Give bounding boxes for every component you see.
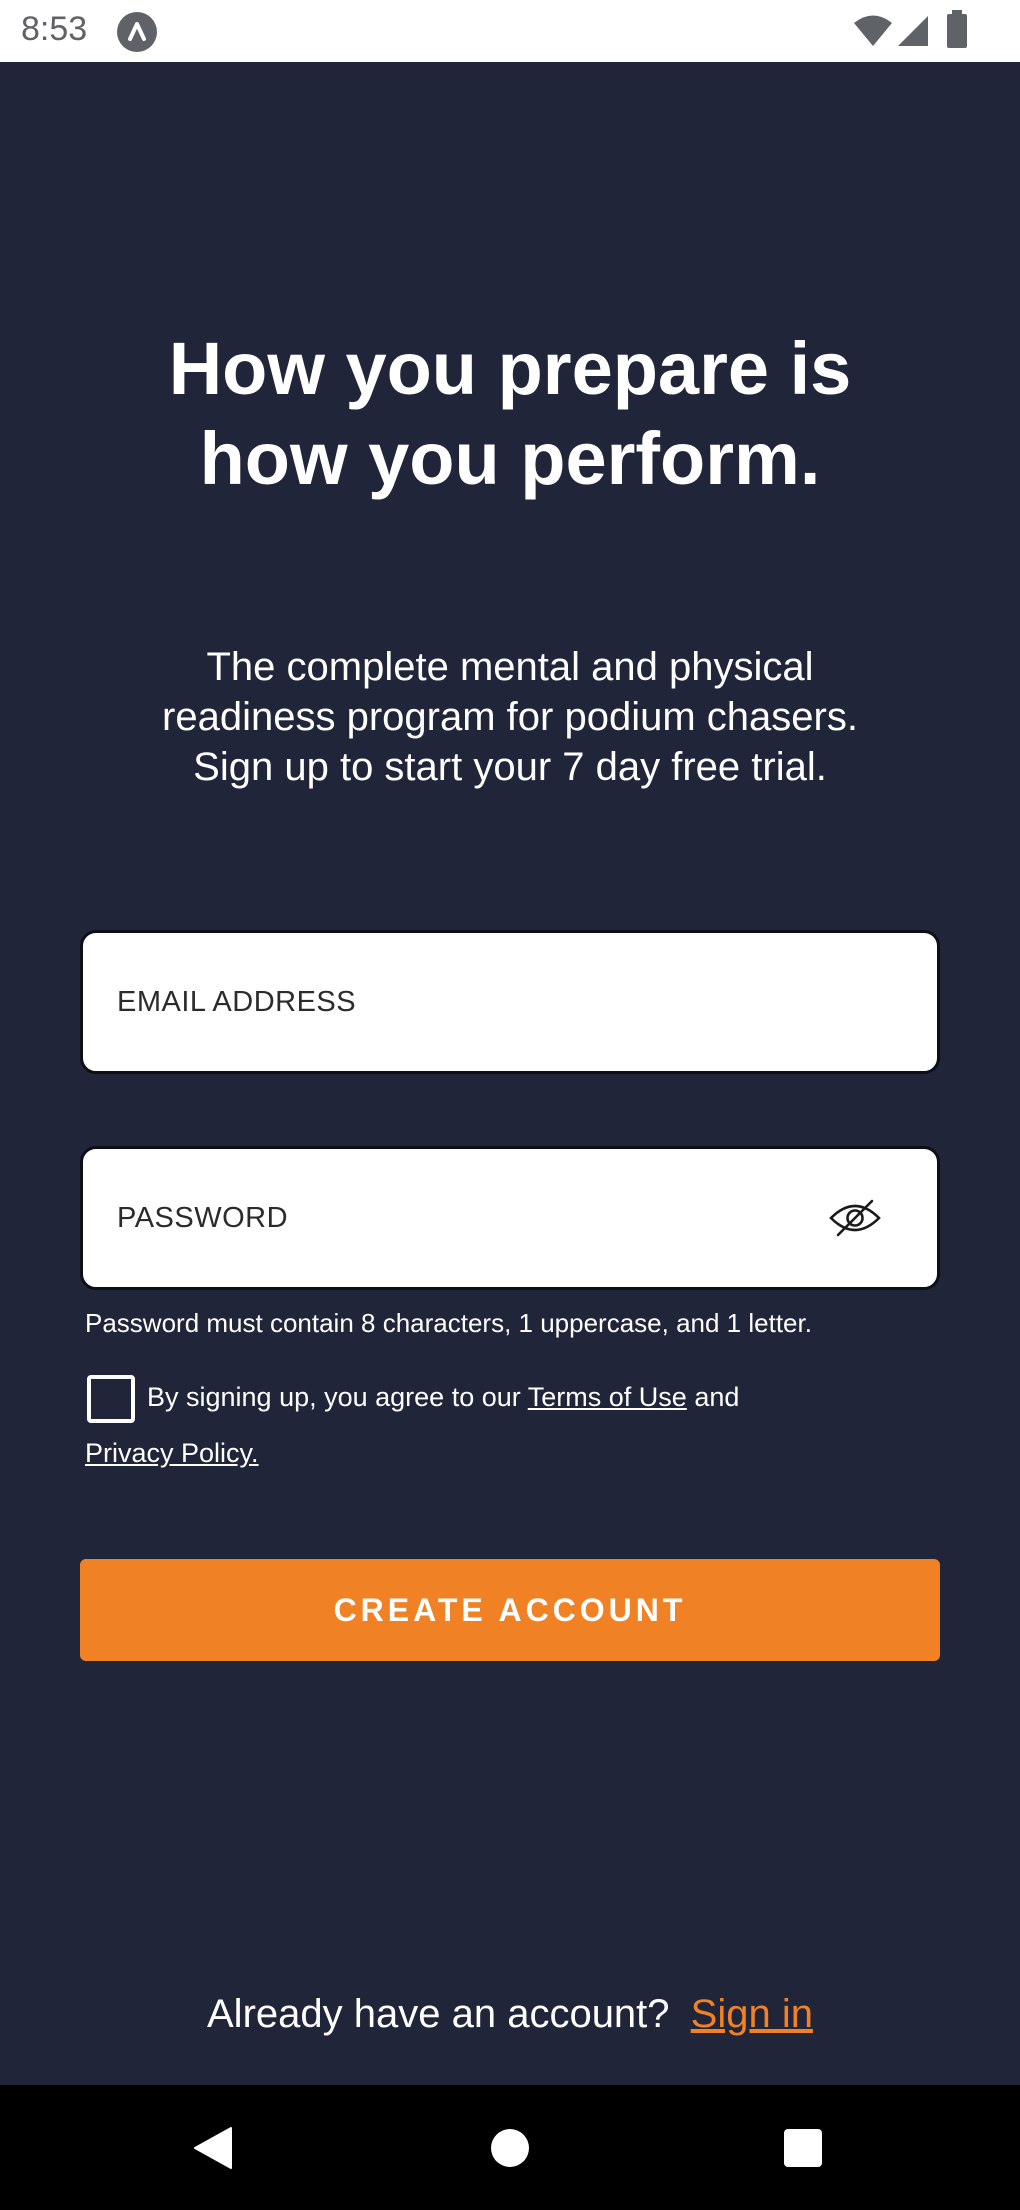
cell-signal-icon (898, 16, 928, 46)
subtitle-line-2: readiness program for podium chasers. (162, 695, 858, 739)
status-time: 8:53 (21, 10, 88, 48)
recent-apps-square-icon[interactable] (768, 2113, 838, 2183)
wifi-icon (854, 15, 892, 46)
terms-checkbox[interactable] (87, 1375, 135, 1423)
signin-link[interactable]: Sign in (691, 1992, 813, 2036)
terms-text: By signing up, you agree to our Terms of… (147, 1382, 739, 1413)
terms-of-use-link[interactable]: Terms of Use (528, 1382, 687, 1412)
subtitle-line-1: The complete mental and physical (206, 645, 814, 689)
back-triangle-icon[interactable] (178, 2113, 248, 2183)
battery-icon (947, 10, 967, 48)
signin-prompt-text: Already have an account? (207, 1992, 670, 2036)
headline-line-2: how you perform. (199, 417, 821, 500)
signin-prompt: Already have an account? Sign in (0, 1992, 1020, 2037)
terms-prefix: By signing up, you agree to our (147, 1382, 528, 1412)
email-field-container (80, 930, 940, 1074)
password-field-container (80, 1146, 940, 1290)
app-notification-icon (117, 12, 157, 52)
signup-screen: How you prepare is how you perform. The … (0, 62, 1020, 2085)
terms-text-line-2: Privacy Policy. (85, 1438, 259, 1469)
terms-and: and (686, 1382, 740, 1412)
navigation-bar (0, 2085, 1020, 2210)
email-field[interactable] (115, 984, 905, 1020)
password-field[interactable] (115, 1200, 825, 1236)
status-icons (820, 0, 1020, 62)
headline-line-1: How you prepare is (168, 327, 852, 410)
page-title: How you prepare is how you perform. (60, 324, 960, 504)
password-hint: Password must contain 8 characters, 1 up… (85, 1308, 812, 1338)
home-circle-icon[interactable] (475, 2113, 545, 2183)
status-bar: 8:53 (0, 0, 1020, 62)
privacy-policy-link[interactable]: Privacy Policy. (85, 1438, 259, 1468)
eye-slash-icon[interactable] (825, 1193, 885, 1243)
subtitle: The complete mental and physical readine… (60, 642, 960, 792)
subtitle-line-3: Sign up to start your 7 day free trial. (193, 745, 827, 789)
create-account-button[interactable]: CREATE ACCOUNT (80, 1559, 940, 1661)
